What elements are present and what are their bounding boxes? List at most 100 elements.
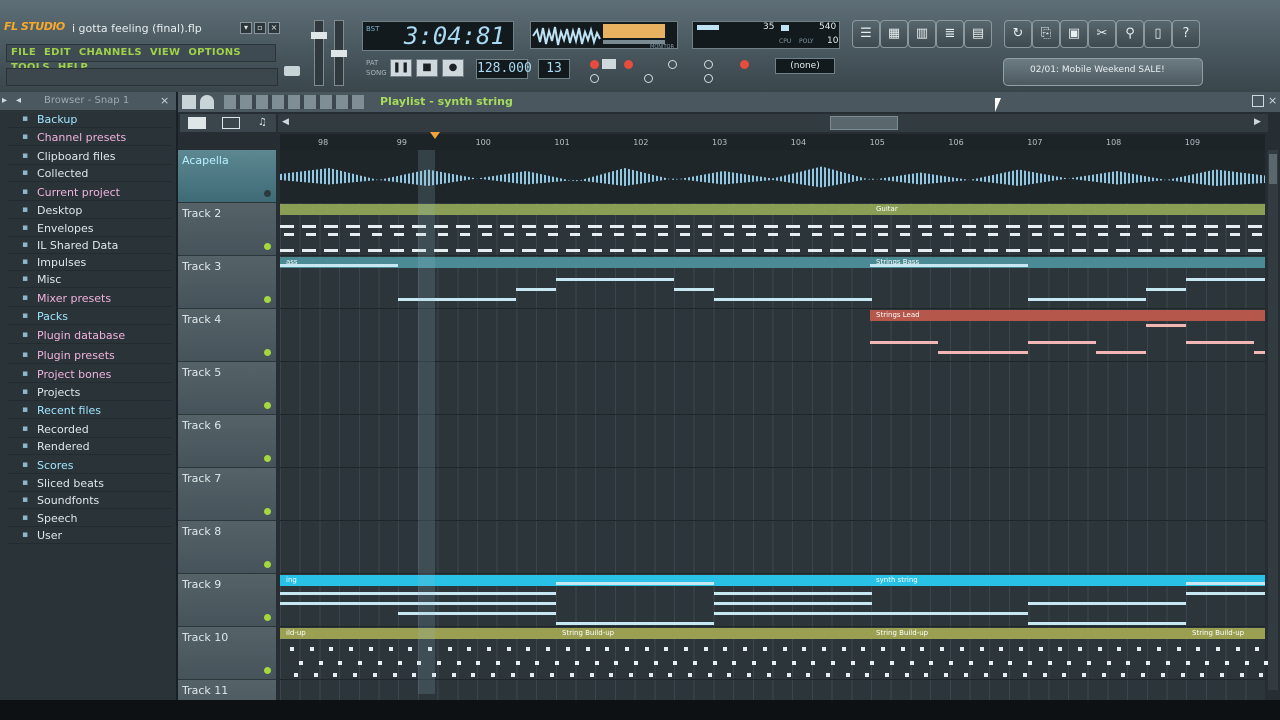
track-mute-led[interactable] [264,561,271,568]
browser-item[interactable]: ▪ Impulses [8,254,172,271]
stop-button[interactable]: ■ [416,59,438,77]
browser-item[interactable]: ▪ Backup [8,111,172,128]
loop-record-led[interactable] [704,60,713,69]
menu-channels[interactable]: CHANNELS [75,45,146,60]
menu-file[interactable]: FILE [7,45,40,60]
save-icon[interactable]: ▣ [1060,20,1088,48]
countdown-led[interactable] [624,60,633,69]
browser-window-icon[interactable]: ≣ [936,20,964,48]
browser-item[interactable]: ▪ Packs [8,308,172,325]
browser-item[interactable]: ▪ IL Shared Data [8,237,172,254]
master-pitch-handle[interactable] [331,50,347,57]
clip-header[interactable]: String Build-up [870,628,1186,639]
vertical-scrollbar[interactable] [1268,150,1278,690]
horizontal-scrollbar[interactable]: ◀ ▶ [278,114,1268,132]
browser-item[interactable]: ▪ Speech [8,510,172,527]
browser-item[interactable]: ▪ Sliced beats [8,475,172,492]
browser-item[interactable]: ▪ Project bones [8,366,172,383]
metronome-led[interactable] [590,60,599,69]
browser-item[interactable]: ▪ Rendered [8,438,172,455]
browser-collapse-icon[interactable]: ◂ [16,95,28,107]
help-icon[interactable]: ? [1172,20,1200,48]
track-header[interactable]: Track 10 [178,627,276,680]
snap-magnet-icon[interactable] [200,95,214,109]
playlist-menu-icon[interactable] [182,95,196,109]
time-ruler[interactable]: 98 99 100 101 102 103 104 105 106 107 108 109 [280,134,1265,150]
pattern-mode-icon[interactable] [188,117,206,129]
track-header[interactable]: Track 6 [178,415,276,468]
playlist-window-icon[interactable]: ☰ [852,20,880,48]
browser-item[interactable]: ▪ Collected [8,165,172,182]
audio-mode-icon[interactable] [222,117,240,129]
tempo-display[interactable]: 128.000 [476,59,532,79]
master-volume-handle[interactable] [311,32,327,39]
browser-item[interactable]: ▪ Recent files [8,402,172,419]
browser-item[interactable]: ▪ Envelopes [8,220,172,237]
playlist-title[interactable]: Playlist - synth string [368,94,568,110]
track-header[interactable]: Track 2 [178,203,276,256]
track-header[interactable]: Track 4 [178,309,276,362]
browser-item[interactable]: ▪ Projects [8,384,172,401]
browser-item[interactable]: ▪ Mixer presets [8,290,172,307]
browser-item[interactable]: ▪ Clipboard files [8,148,172,165]
scroll-right-icon[interactable]: ▶ [1254,117,1261,127]
playlist-tools-strip[interactable] [224,95,364,109]
step-edit-led[interactable] [668,60,677,69]
search-icon[interactable]: ⚲ [1116,20,1144,48]
multilink-led[interactable] [644,74,653,83]
save-as-icon[interactable]: ⎘ [1032,20,1060,48]
menu-view[interactable]: VIEW [146,45,185,60]
playlist-close-icon[interactable]: × [1268,94,1280,108]
auto-scroll-led[interactable] [704,74,713,83]
scroll-left-icon[interactable]: ◀ [282,117,289,127]
track-mute-led[interactable] [264,243,271,250]
track-header[interactable]: Track 3 [178,256,276,309]
wait-input-led[interactable] [590,74,599,83]
track-mute-led[interactable] [264,349,271,356]
pause-button[interactable]: ❚❚ [390,59,412,77]
menu-dropdown-icon[interactable]: ▾ [240,22,252,34]
typing-keyboard-icon[interactable] [602,59,616,69]
hint-toggle-icon[interactable] [284,66,300,76]
menu-edit[interactable]: EDIT [40,45,75,60]
track-mute-led[interactable] [264,402,271,409]
clip-header[interactable]: String Build-up [556,628,870,639]
browser-menu-icon[interactable]: ▸ [2,95,14,107]
track-mute-led[interactable] [264,667,271,674]
browser-item[interactable]: ▪ Plugin presets [8,347,172,364]
track-header[interactable]: Acapella [178,150,276,203]
pattern-number[interactable]: 13 [538,59,570,79]
clip-header[interactable]: Guitar [870,204,1265,215]
record-button[interactable]: ● [442,59,464,77]
clip-header[interactable]: Strings Lead [870,310,1265,321]
track-mute-led[interactable] [264,296,271,303]
track-mute-led[interactable] [264,190,271,197]
browser-item[interactable]: ▪ Current project [8,184,172,201]
track-header[interactable]: Track 5 [178,362,276,415]
step-sequencer-icon[interactable]: ▦ [880,20,908,48]
mixer-preset-select[interactable]: (none) [775,58,835,74]
browser-item[interactable]: ▪ Recorded [8,421,172,438]
browser-item[interactable]: ▪ Soundfonts [8,492,172,509]
playlist-maximize-icon[interactable] [1252,95,1264,107]
blend-notes-led[interactable] [740,60,749,69]
browser-item[interactable]: ▪ Scores [8,457,172,474]
pat-song-switch[interactable]: PAT SONG [366,58,387,80]
vertical-scrollbar-thumb[interactable] [1269,154,1277,184]
browser-item[interactable]: ▪ Desktop [8,202,172,219]
scrollbar-thumb[interactable] [830,116,898,130]
news-ticker[interactable]: 02/01: Mobile Weekend SALE! [1003,58,1203,86]
master-volume-slider[interactable] [314,20,324,86]
track-mute-led[interactable] [264,455,271,462]
playhead-marker[interactable] [430,132,440,139]
restore-icon[interactable]: ▫ [254,22,266,34]
close-icon[interactable]: × [268,22,280,34]
document-icon[interactable]: ▯ [1144,20,1172,48]
track-header[interactable]: Track 7 [178,468,276,521]
browser-item[interactable]: ▪ Channel presets [8,129,172,146]
browser-item[interactable]: ▪ Misc [8,271,172,288]
track-header[interactable]: Track 9 [178,574,276,627]
track-header[interactable]: Track 8 [178,521,276,574]
mixer-window-icon[interactable]: ▤ [964,20,992,48]
browser-item[interactable]: ▪ Plugin database [8,327,172,344]
